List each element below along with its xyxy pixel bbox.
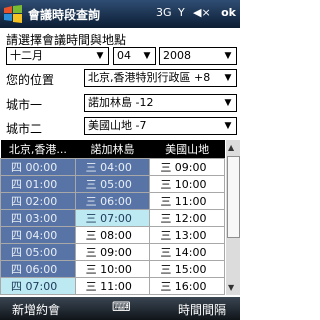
city2-value: 美國山地 -7 (88, 119, 147, 132)
month-select[interactable]: 十二月 ▼ (6, 47, 109, 65)
table-cell[interactable]: 三 14:00 (149, 243, 225, 261)
windows-start-icon[interactable] (3, 4, 23, 24)
scroll-thumb[interactable] (227, 156, 240, 238)
table-cell[interactable]: 三 09:00 (74, 243, 151, 261)
new-appointment-softkey[interactable]: 新增約會 (12, 301, 60, 318)
table-row[interactable]: 四 02:00 三 06:00 三 11:00 (0, 192, 225, 210)
column-header[interactable]: 美國山地 (149, 140, 225, 159)
chevron-down-icon: ▼ (224, 121, 232, 131)
table-cell[interactable]: 四 07:00 (0, 277, 76, 295)
table-cell[interactable]: 四 04:00 (0, 226, 76, 244)
column-header[interactable]: 諾加林島 (75, 140, 150, 159)
city1-label: 城市一 (6, 98, 43, 112)
signal-icon[interactable]: Y (178, 6, 185, 19)
chevron-down-icon: ▼ (224, 73, 232, 83)
table-cell[interactable]: 三 11:00 (149, 192, 225, 210)
your-location-label: 您的位置 (6, 73, 55, 87)
column-header[interactable]: 北京,香港... (0, 140, 76, 159)
form-heading: 請選擇會議時間與地點 (6, 33, 127, 47)
table-cell[interactable]: 三 13:00 (149, 226, 225, 244)
table-row[interactable]: 四 07:00 三 11:00 三 16:00 (0, 277, 225, 295)
scroll-up-icon[interactable]: ▲ (228, 143, 234, 152)
volume-muted-icon[interactable]: ◀× (193, 6, 211, 19)
day-select[interactable]: 04 ▼ (113, 47, 156, 65)
network-3g-icon[interactable]: 3G (156, 6, 172, 19)
table-cell[interactable]: 三 15:00 (149, 260, 225, 278)
table-cell[interactable]: 四 03:00 (0, 209, 76, 227)
table-cell[interactable]: 三 11:00 (74, 277, 151, 295)
table-cell[interactable]: 三 08:00 (74, 226, 151, 244)
city1-select[interactable]: 諾加林島 -12 ▼ (84, 94, 237, 112)
vertical-scrollbar[interactable]: ▲ ▼ (226, 140, 240, 295)
time-grid: 北京,香港... 諾加林島 美國山地 四 00:00 三 04:00 三 09:… (0, 140, 240, 295)
table-cell[interactable]: 三 04:00 (74, 158, 151, 176)
chevron-down-icon: ▼ (96, 51, 104, 61)
chevron-down-icon: ▼ (224, 51, 232, 61)
year-value: 2008 (163, 49, 191, 62)
table-cell[interactable]: 三 09:00 (149, 158, 225, 176)
table-cell[interactable]: 四 05:00 (0, 243, 76, 261)
chevron-down-icon: ▼ (143, 51, 151, 61)
table-row[interactable]: 四 04:00 三 08:00 三 13:00 (0, 226, 225, 244)
table-row[interactable]: 四 05:00 三 09:00 三 14:00 (0, 243, 225, 261)
title-bar: 會議時段查詢 3G Y ◀× ok (0, 0, 240, 28)
scroll-down-icon[interactable]: ▼ (228, 283, 234, 292)
day-value: 04 (117, 49, 131, 62)
table-cell[interactable]: 四 06:00 (0, 260, 76, 278)
table-cell[interactable]: 三 05:00 (74, 175, 151, 193)
table-cell[interactable]: 三 12:00 (149, 209, 225, 227)
table-cell[interactable]: 三 16:00 (149, 277, 225, 295)
table-cell[interactable]: 三 07:00 (74, 209, 151, 227)
keyboard-icon[interactable]: ⌨ (112, 300, 131, 315)
city2-select[interactable]: 美國山地 -7 ▼ (84, 117, 237, 135)
time-interval-softkey[interactable]: 時間間隔 (178, 301, 226, 318)
table-row[interactable]: 四 01:00 三 05:00 三 10:00 (0, 175, 225, 193)
app-title: 會議時段查詢 (28, 8, 101, 22)
month-value: 十二月 (10, 49, 43, 62)
chevron-down-icon: ▼ (224, 98, 232, 108)
your-location-value: 北京,香港特別行政區 +8 (88, 71, 211, 84)
table-cell[interactable]: 三 06:00 (74, 192, 151, 210)
table-cell[interactable]: 三 10:00 (149, 175, 225, 193)
table-row[interactable]: 四 00:00 三 04:00 三 09:00 (0, 158, 225, 176)
city2-label: 城市二 (6, 122, 43, 136)
table-cell[interactable]: 四 02:00 (0, 192, 76, 210)
table-row[interactable]: 四 06:00 三 10:00 三 15:00 (0, 260, 225, 278)
softkey-bar: 新增約會 ⌨ 時間間隔 (0, 297, 240, 320)
your-location-select[interactable]: 北京,香港特別行政區 +8 ▼ (84, 69, 237, 87)
table-cell[interactable]: 三 10:00 (74, 260, 151, 278)
ok-button[interactable]: ok (221, 6, 236, 19)
year-select[interactable]: 2008 ▼ (159, 47, 237, 65)
table-cell[interactable]: 四 01:00 (0, 175, 76, 193)
table-cell[interactable]: 四 00:00 (0, 158, 76, 176)
table-row[interactable]: 四 03:00 三 07:00 三 12:00 (0, 209, 225, 227)
city1-value: 諾加林島 -12 (88, 96, 154, 109)
